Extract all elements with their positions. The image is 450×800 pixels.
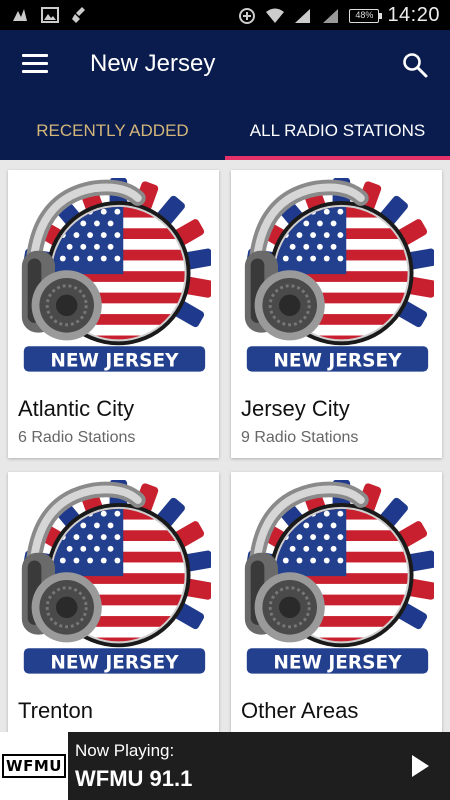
status-time: 14:20 — [387, 4, 440, 26]
new-jersey-radio-artwork-icon: NEW JERSEY — [16, 178, 211, 378]
card-title: Jersey City — [241, 396, 350, 421]
notification-app-icon — [13, 9, 27, 21]
search-icon[interactable] — [402, 52, 428, 78]
signal-2-icon — [323, 8, 339, 23]
cleaner-icon — [72, 7, 85, 23]
data-saver-icon — [239, 7, 256, 24]
card-station-count: 6 Radio Stations — [18, 429, 136, 446]
page-title: New Jersey — [90, 50, 216, 77]
station-logo: WFMU — [0, 732, 68, 800]
tab-bar: RECENTLY ADDED ALL RADIO STATIONS — [0, 106, 450, 160]
now-playing-bar[interactable]: WFMU Now Playing: WFMU 91.1 — [0, 732, 450, 800]
artwork-badge-text: NEW JERSEY — [273, 351, 402, 372]
tab-recently-added[interactable]: RECENTLY ADDED — [0, 106, 225, 160]
app-bar: New Jersey RECENTLY ADDED ALL RADIO STAT… — [0, 30, 450, 160]
artwork-badge-text: NEW JERSEY — [50, 653, 179, 674]
artwork-badge-text: NEW JERSEY — [50, 351, 179, 372]
card-station-count: 9 Radio Stations — [241, 429, 359, 446]
new-jersey-radio-artwork-icon: NEW JERSEY — [16, 480, 211, 680]
card-title: Other Areas — [241, 698, 359, 723]
now-playing-label: Now Playing: — [75, 741, 175, 760]
card-other-areas[interactable]: NEW JERSEY Other Areas — [231, 472, 442, 732]
status-bar: 48% 14:20 — [0, 0, 450, 30]
card-title: Trenton — [18, 698, 94, 723]
image-icon — [41, 7, 59, 23]
tab-all-radio-stations[interactable]: ALL RADIO STATIONS — [225, 106, 450, 160]
now-playing-station: WFMU 91.1 — [75, 766, 193, 791]
artwork-badge-text: NEW JERSEY — [273, 653, 402, 674]
card-jersey-city[interactable]: NEW JERSEY Jersey City 9 Radio Stations — [231, 170, 442, 458]
new-jersey-radio-artwork-icon: NEW JERSEY — [239, 480, 434, 680]
card-title: Atlantic City — [18, 396, 135, 421]
signal-icon — [295, 8, 311, 23]
card-trenton[interactable]: NEW JERSEY Trenton — [8, 472, 219, 732]
battery-icon: 48% — [349, 8, 383, 23]
card-atlantic-city[interactable]: NEW JERSEY Atlantic City 6 Radio Station… — [8, 170, 219, 458]
city-grid: NEW JERSEY Atlantic City 6 Radio Station… — [0, 160, 450, 732]
station-logo-text: WFMU — [2, 754, 66, 778]
wifi-icon — [266, 8, 285, 23]
play-icon[interactable] — [410, 754, 430, 778]
new-jersey-radio-artwork-icon: NEW JERSEY — [239, 178, 434, 378]
menu-icon[interactable] — [22, 54, 48, 76]
